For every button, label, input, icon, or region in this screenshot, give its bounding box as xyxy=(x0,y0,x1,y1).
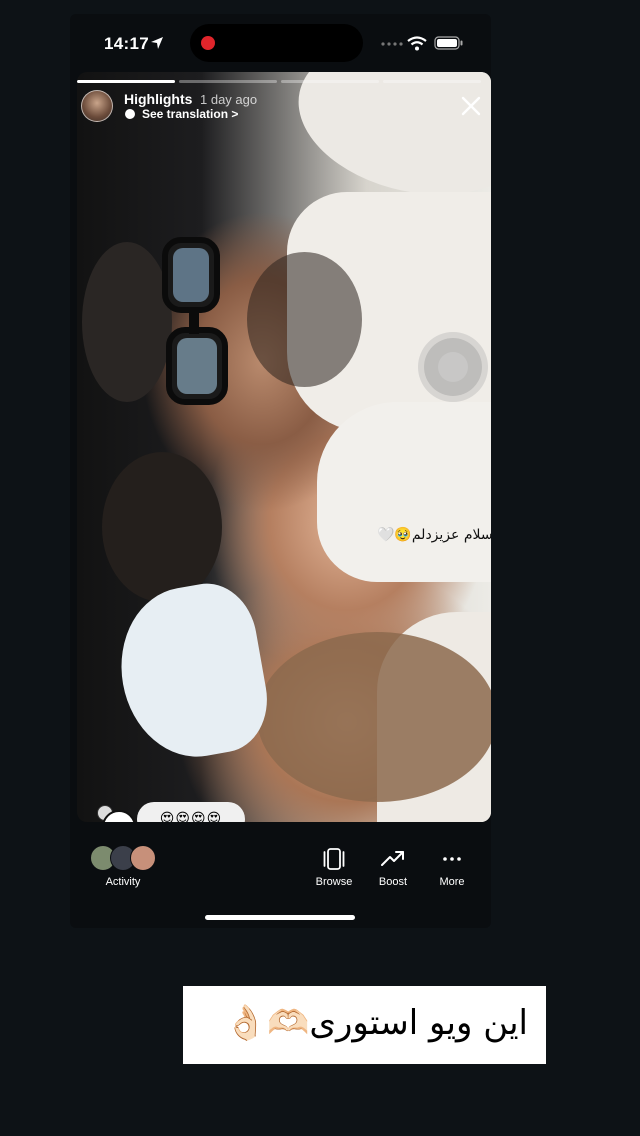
story-viewer[interactable]: Highlights 1 day ago See translation > س… xyxy=(77,72,491,822)
more-dots-icon[interactable] xyxy=(439,846,465,872)
translate-bubble-icon xyxy=(125,109,135,119)
progress-segment xyxy=(77,80,175,83)
photo-region xyxy=(247,252,362,387)
more-label[interactable]: More xyxy=(422,876,482,888)
dynamic-island xyxy=(190,24,363,62)
battery-icon xyxy=(434,36,463,50)
photo-region xyxy=(102,452,222,602)
close-icon[interactable] xyxy=(461,96,481,116)
progress-segment xyxy=(383,80,481,83)
story-avatar[interactable] xyxy=(81,90,113,122)
viewer-avatar xyxy=(130,845,156,871)
browse-icon[interactable] xyxy=(321,846,347,872)
story-timestamp: 1 day ago xyxy=(200,92,258,107)
location-arrow-icon xyxy=(151,37,163,49)
progress-segment xyxy=(179,80,277,83)
recording-indicator-icon xyxy=(201,36,215,50)
home-indicator[interactable] xyxy=(205,915,355,920)
photo-region xyxy=(108,576,276,768)
emoji-reply-bubble[interactable]: 😍😍😍😍 xyxy=(137,802,245,822)
boost-label[interactable]: Boost xyxy=(363,876,423,888)
wifi-icon xyxy=(407,36,427,51)
caption-text: این ویو استوری🫶🏻👌🏻 xyxy=(224,1003,528,1043)
progress-segment xyxy=(281,80,379,83)
photo-region xyxy=(317,402,491,582)
trend-arrow-icon[interactable] xyxy=(380,846,406,872)
browse-label[interactable]: Browse xyxy=(304,876,364,888)
story-title[interactable]: Highlights xyxy=(124,91,192,107)
story-progress-bar xyxy=(77,80,491,83)
status-bar: 14:17 xyxy=(70,14,491,74)
see-translation-link[interactable]: See translation > xyxy=(142,107,238,121)
phone-screen: 14:17 Highlights 1 day ago See translati… xyxy=(70,14,491,928)
activity-label[interactable]: Activity xyxy=(93,876,153,888)
cellular-signal-icon xyxy=(381,42,403,46)
photo-region xyxy=(257,632,491,802)
bottom-toolbar: Activity Browse Boost More xyxy=(70,839,491,909)
status-time: 14:17 xyxy=(104,34,149,53)
touch-indicator xyxy=(424,338,482,396)
caption-overlay: این ویو استوری🫶🏻👌🏻 xyxy=(183,986,546,1064)
activity-button[interactable] xyxy=(90,845,180,871)
story-text-sticker: سلام عزیزدلم🥹🤍 xyxy=(377,527,491,543)
sunglasses-graphic xyxy=(162,237,228,405)
